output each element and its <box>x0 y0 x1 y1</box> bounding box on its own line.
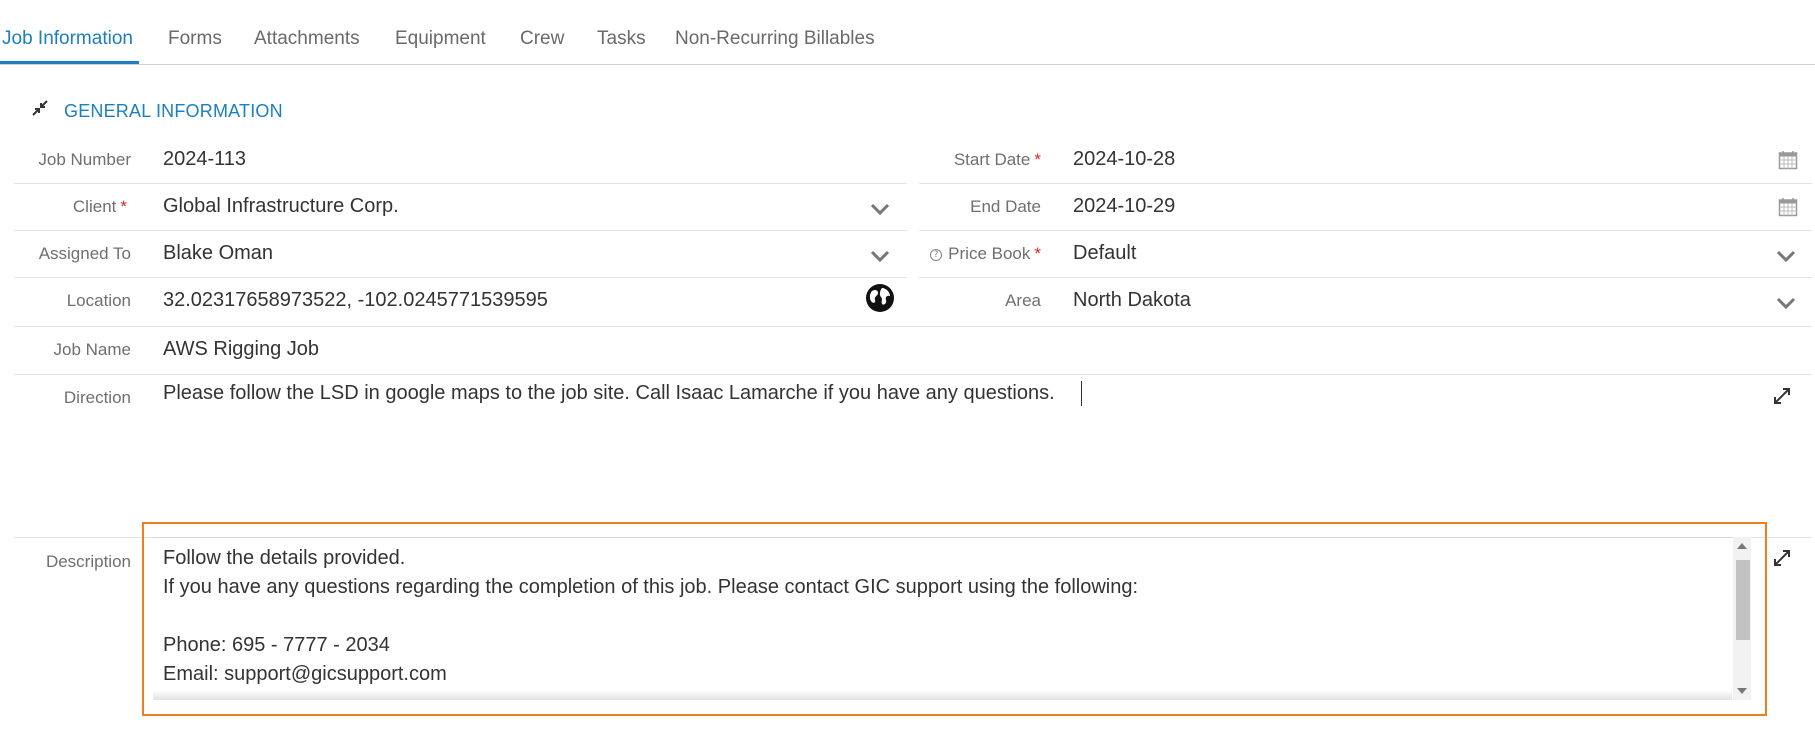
area-label: Area <box>1005 291 1041 310</box>
start-date-field[interactable]: 2024-10-28 <box>1073 148 1175 171</box>
tab-bar: Job Information Forms Attachments Equipm… <box>0 0 1815 65</box>
chevron-down-icon[interactable] <box>870 202 890 216</box>
row-divider <box>14 374 1812 375</box>
row-divider <box>14 230 907 231</box>
client-label: Client * <box>72 197 127 216</box>
tab-tasks[interactable]: Tasks <box>597 28 646 50</box>
scroll-up-arrow-icon[interactable] <box>1737 543 1747 549</box>
tab-forms[interactable]: Forms <box>168 28 222 50</box>
assigned-to-label: Assigned To <box>38 244 131 263</box>
description-scrollbar[interactable] <box>1733 537 1751 700</box>
location-label: Location <box>66 291 131 310</box>
row-divider <box>919 277 1812 278</box>
chevron-down-icon[interactable] <box>870 249 890 263</box>
location-field[interactable]: 32.02317658973522, -102.0245771539595 <box>163 289 548 312</box>
end-date-field[interactable]: 2024-10-29 <box>1073 195 1175 218</box>
job-name-label: Job Name <box>53 340 131 359</box>
help-icon[interactable]: ? <box>930 249 943 261</box>
tab-non-recurring-billables[interactable]: Non-Recurring Billables <box>675 28 875 50</box>
job-number-label: Job Number <box>38 150 131 169</box>
end-date-label: End Date <box>970 197 1041 216</box>
assigned-to-select[interactable]: Blake Oman <box>163 242 273 265</box>
tab-attachments[interactable]: Attachments <box>254 28 360 50</box>
row-divider <box>14 277 907 278</box>
direction-textarea[interactable]: Please follow the LSD in google maps to … <box>163 382 1055 405</box>
expand-icon[interactable] <box>1772 386 1792 406</box>
expand-icon[interactable] <box>1772 548 1792 568</box>
section-title: GENERAL INFORMATION <box>64 101 283 121</box>
calendar-icon[interactable] <box>1778 197 1798 217</box>
row-divider <box>919 183 1812 184</box>
tab-equipment[interactable]: Equipment <box>395 28 486 50</box>
row-divider <box>919 230 1812 231</box>
row-divider <box>14 326 1812 327</box>
tab-crew[interactable]: Crew <box>520 28 564 50</box>
globe-icon[interactable] <box>864 282 896 314</box>
client-select[interactable]: Global Infrastructure Corp. <box>163 195 399 218</box>
collapse-arrows-icon[interactable] <box>31 99 49 117</box>
direction-label: Direction <box>63 388 131 407</box>
description-label: Description <box>45 552 131 571</box>
tab-job-information[interactable]: Job Information <box>2 28 133 50</box>
textarea-bottom-shade <box>153 690 1732 700</box>
active-tab-indicator <box>0 61 139 64</box>
start-date-label: Start Date * <box>953 150 1041 169</box>
job-name-field[interactable]: AWS Rigging Job <box>163 338 319 361</box>
chevron-down-icon[interactable] <box>1776 249 1796 263</box>
text-cursor <box>1081 381 1082 406</box>
price-book-select[interactable]: Default <box>1073 242 1136 265</box>
job-number-field[interactable]: 2024-113 <box>163 148 246 171</box>
description-textarea[interactable]: Follow the details provided. If you have… <box>153 537 1732 700</box>
description-text: Follow the details provided. If you have… <box>163 547 1139 685</box>
row-divider <box>14 183 907 184</box>
chevron-down-icon[interactable] <box>1776 296 1796 310</box>
price-book-label: ? Price Book * <box>930 244 1041 264</box>
scroll-down-arrow-icon[interactable] <box>1737 688 1747 694</box>
scroll-thumb[interactable] <box>1736 560 1750 640</box>
area-select[interactable]: North Dakota <box>1073 289 1191 312</box>
calendar-icon[interactable] <box>1778 150 1798 170</box>
